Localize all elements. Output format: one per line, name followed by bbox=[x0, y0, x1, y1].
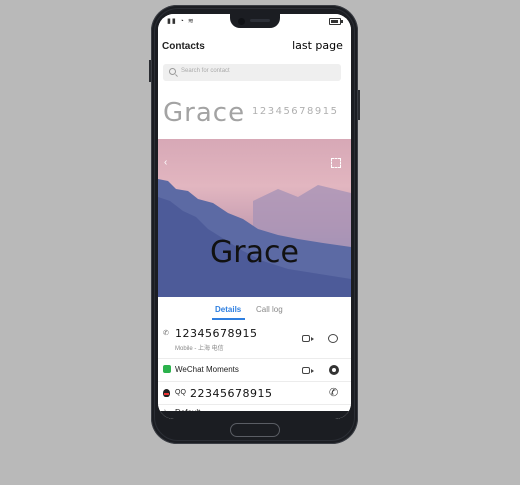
qq-icon bbox=[163, 389, 170, 397]
speaker-grille bbox=[250, 19, 270, 22]
signal-icons: ▮▮ ◔ ≋ bbox=[167, 18, 195, 25]
phone-icon: ✆ bbox=[163, 330, 169, 337]
wechat-moments-label: WeChat Moments bbox=[175, 365, 239, 374]
moments-camera-icon[interactable] bbox=[329, 365, 339, 375]
detail-tabs: Details Call log bbox=[158, 301, 351, 323]
qq-number: 22345678915 bbox=[190, 387, 273, 400]
qr-code-icon[interactable] bbox=[331, 158, 341, 168]
contact-number-large: 12345678915 bbox=[252, 106, 339, 117]
volume-button bbox=[149, 60, 151, 82]
phone-number-location: Mobile - 上海 电信 bbox=[175, 346, 224, 352]
message-icon[interactable] bbox=[328, 334, 338, 343]
call-icon[interactable]: ✆ bbox=[329, 387, 341, 399]
wechat-icon bbox=[163, 365, 171, 373]
home-button[interactable] bbox=[230, 423, 280, 437]
app-header: Contacts last page bbox=[158, 34, 351, 60]
tab-details[interactable]: Details bbox=[211, 305, 246, 320]
screen: ▮▮ ◔ ≋ Contacts last page Search for con… bbox=[158, 14, 351, 419]
front-camera-icon bbox=[238, 18, 245, 25]
camera-notch bbox=[230, 14, 280, 28]
last-page-button[interactable]: last page bbox=[287, 35, 348, 56]
search-placeholder: Search for contact bbox=[181, 68, 230, 74]
page-title: Contacts bbox=[162, 41, 205, 52]
tab-call-log[interactable]: Call log bbox=[256, 305, 283, 314]
search-icon bbox=[169, 68, 176, 75]
bottom-bezel bbox=[158, 411, 351, 419]
qq-row[interactable]: 22345678915 QQ ✆ bbox=[158, 382, 351, 404]
qq-label: QQ bbox=[175, 389, 186, 396]
contact-name-hero: Grace bbox=[210, 235, 299, 270]
contact-name-large: Grace bbox=[163, 98, 246, 128]
phone-number-row[interactable]: ✆ 12345678915 Mobile - 上海 电信 bbox=[158, 324, 351, 358]
wechat-row[interactable]: WeChat Moments bbox=[158, 359, 351, 381]
battery-icon bbox=[329, 18, 343, 25]
power-button bbox=[358, 90, 360, 120]
search-input[interactable]: Search for contact bbox=[163, 64, 341, 81]
video-call-icon[interactable] bbox=[302, 335, 314, 342]
phone-frame: ▮▮ ◔ ≋ Contacts last page Search for con… bbox=[151, 5, 358, 444]
phone-number: 12345678915 bbox=[175, 327, 258, 340]
contact-cover-image: ‹ Grace bbox=[158, 139, 351, 297]
back-arrow-icon[interactable]: ‹ bbox=[164, 157, 167, 168]
wechat-video-icon[interactable] bbox=[302, 367, 314, 374]
mountain-landscape bbox=[158, 179, 351, 297]
